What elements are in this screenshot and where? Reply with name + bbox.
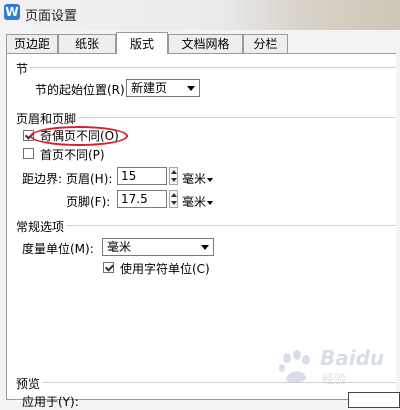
tab-layout[interactable]: 版式 bbox=[116, 32, 168, 54]
preview-group-title: 预览 bbox=[16, 377, 41, 391]
spin-up-icon bbox=[171, 193, 177, 197]
header-footer-divider bbox=[78, 117, 396, 118]
general-group-title: 常规选项 bbox=[16, 220, 65, 234]
apply-to-label: 应用于(Y): bbox=[22, 395, 79, 409]
tab-paper[interactable]: 纸张 bbox=[58, 34, 116, 53]
margin-from-edge-label: 距边界: bbox=[22, 172, 63, 186]
watermark-brand: Baidu bbox=[320, 346, 385, 370]
first-page-label: 首页不同(P) bbox=[40, 148, 105, 162]
section-start-select[interactable]: 新建页 bbox=[126, 79, 200, 97]
footer-unit-label: 毫米 bbox=[182, 195, 207, 209]
footer-distance-input[interactable]: 17.5 bbox=[117, 190, 167, 208]
first-page-checkbox[interactable] bbox=[23, 148, 34, 159]
odd-even-checkbox[interactable] bbox=[23, 130, 34, 141]
chevron-down-icon bbox=[201, 245, 209, 250]
tab-margins[interactable]: 页边距 bbox=[6, 34, 58, 53]
section-start-value: 新建页 bbox=[131, 81, 168, 95]
window-title: 页面设置 bbox=[25, 9, 78, 24]
caret-down-icon bbox=[207, 177, 214, 182]
paw-icon bbox=[279, 350, 310, 383]
footer-distance-label: 页脚(F): bbox=[66, 195, 111, 209]
preview-thumbnail bbox=[348, 392, 400, 408]
spin-down-icon bbox=[171, 201, 177, 205]
wps-app-icon: W bbox=[4, 4, 20, 20]
title-bar: W 页面设置 bbox=[0, 0, 400, 30]
tab-columns[interactable]: 分栏 bbox=[243, 34, 288, 53]
measure-unit-select[interactable]: 毫米 bbox=[102, 238, 214, 256]
section-group-title: 节 bbox=[16, 62, 29, 76]
baidu-watermark: Baidu 经验 bbox=[278, 338, 396, 390]
spin-down-icon bbox=[171, 178, 177, 182]
header-unit-dropdown[interactable]: 毫米 bbox=[182, 170, 214, 187]
section-divider bbox=[30, 67, 396, 68]
header-distance-label: 页眉(H): bbox=[66, 172, 113, 186]
footer-distance-spinner[interactable] bbox=[169, 190, 178, 208]
measure-unit-label: 度量单位(M): bbox=[22, 242, 94, 256]
spin-up-icon bbox=[171, 170, 177, 174]
char-unit-checkbox[interactable] bbox=[103, 262, 114, 273]
tab-document-grid[interactable]: 文档网格 bbox=[168, 34, 243, 53]
header-distance-spinner[interactable] bbox=[169, 167, 178, 185]
header-distance-input[interactable]: 15 bbox=[117, 167, 167, 185]
header-unit-label: 毫米 bbox=[182, 172, 207, 186]
chevron-down-icon bbox=[187, 86, 195, 91]
section-start-label: 节的起始位置(R): bbox=[35, 83, 129, 97]
footer-unit-dropdown[interactable]: 毫米 bbox=[182, 193, 214, 210]
general-divider bbox=[66, 225, 396, 226]
watermark-sub: 经验 bbox=[322, 372, 347, 386]
header-footer-group-title: 页眉和页脚 bbox=[16, 112, 77, 126]
measure-unit-value: 毫米 bbox=[107, 240, 132, 254]
caret-down-icon bbox=[207, 200, 214, 205]
odd-even-label: 奇偶页不同(O) bbox=[40, 129, 119, 143]
char-unit-label: 使用字符单位(C) bbox=[120, 262, 210, 276]
